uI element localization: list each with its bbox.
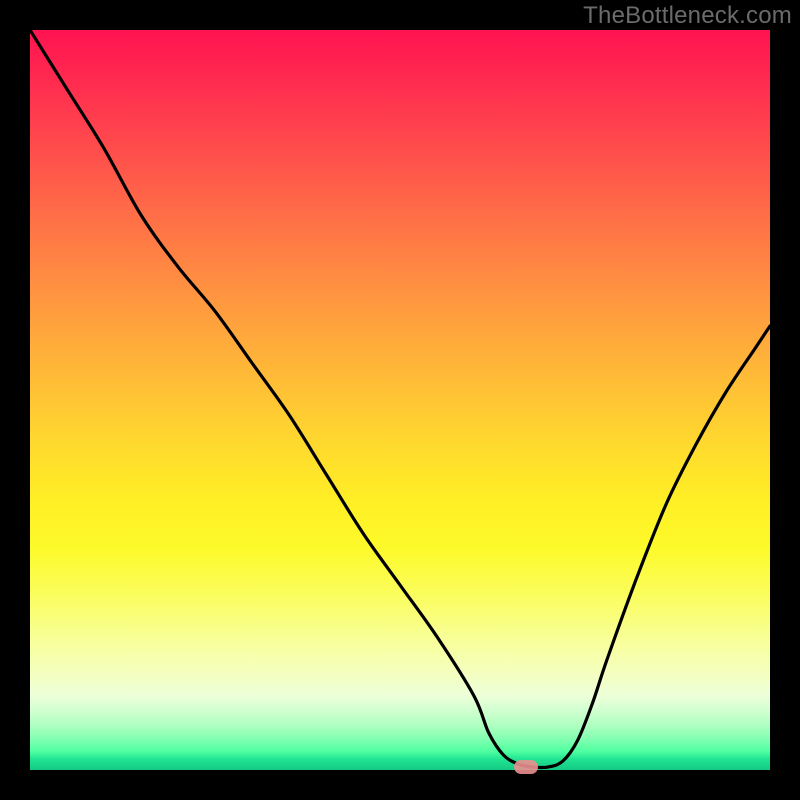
bottleneck-curve-path [30, 30, 770, 768]
optimal-point-marker [514, 760, 538, 774]
plot-area [30, 30, 770, 770]
watermark-text: TheBottleneck.com [583, 2, 792, 30]
chart-svg [30, 30, 770, 770]
